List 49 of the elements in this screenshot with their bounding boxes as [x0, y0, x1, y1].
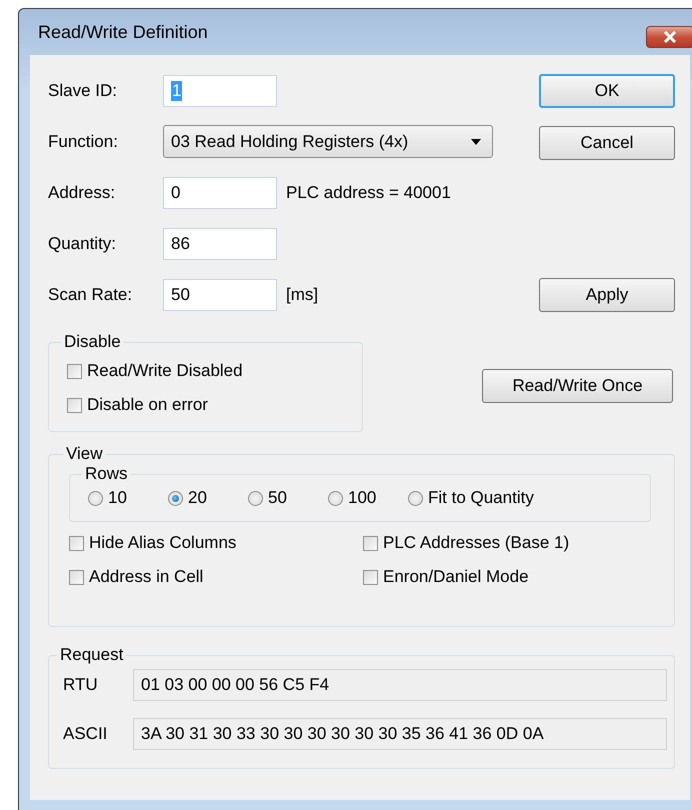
radio-button[interactable] — [408, 490, 423, 506]
checkbox[interactable] — [67, 364, 82, 378]
checkbox[interactable] — [67, 398, 82, 412]
checkbox-label: Address in Cell — [89, 567, 204, 587]
checkbox-label: PLC Addresses (Base 1) — [383, 533, 570, 553]
dropdown-arrow-icon — [471, 138, 481, 144]
field-label: Quantity: — [48, 234, 118, 254]
field-label: Scan Rate: — [48, 284, 134, 304]
readonly-field: 3A 30 31 30 33 30 30 30 30 30 30 35 36 41 36 0D 0A — [133, 718, 667, 750]
radio-button[interactable] — [248, 490, 263, 506]
close-icon — [663, 31, 677, 43]
checkbox-label: Disable on error — [87, 395, 208, 415]
input-field[interactable]: 50 — [163, 278, 277, 310]
checkbox-label: Read/Write Disabled — [87, 361, 243, 381]
dialog-button[interactable]: OK — [539, 74, 675, 108]
group-title: Disable — [63, 332, 122, 352]
radio-label: 20 — [188, 488, 207, 508]
read-write-once-button[interactable]: Read/Write Once — [482, 369, 673, 403]
request-label: ASCII — [63, 724, 108, 744]
checkbox-label: Hide Alias Columns — [89, 533, 236, 553]
field-note: [ms] — [286, 284, 318, 304]
checkbox[interactable] — [69, 536, 84, 550]
dialog-button[interactable]: Cancel — [539, 126, 675, 160]
checkbox[interactable] — [363, 570, 378, 584]
input-field[interactable]: 0 — [163, 176, 277, 208]
field-label: Function: — [48, 132, 119, 152]
field-label: Slave ID: — [48, 80, 118, 100]
input-field[interactable]: 86 — [163, 228, 277, 260]
request-label: RTU — [63, 674, 99, 694]
radio-label: 100 — [348, 488, 376, 508]
readonly-field: 01 03 00 00 00 56 C5 F4 — [133, 668, 667, 700]
radio-button[interactable] — [88, 490, 103, 506]
radio-label: 50 — [268, 488, 287, 508]
function-dropdown[interactable]: 03 Read Holding Registers (4x) — [163, 125, 493, 158]
field-note: PLC address = 40001 — [286, 182, 451, 202]
checkbox-label: Enron/Daniel Mode — [383, 567, 529, 587]
checkbox[interactable] — [69, 570, 84, 584]
group-title: View — [65, 444, 104, 464]
radio-label: 10 — [108, 488, 127, 508]
checkbox[interactable] — [363, 536, 378, 550]
radio-label: Fit to Quantity — [428, 488, 534, 508]
group-title: Rows — [84, 464, 129, 484]
field-label: Address: — [48, 182, 116, 202]
close-button[interactable] — [646, 26, 692, 48]
dialog-button[interactable]: Apply — [539, 278, 675, 312]
radio-button[interactable] — [168, 490, 183, 506]
radio-button[interactable] — [328, 490, 343, 506]
group-title: Request — [59, 645, 124, 665]
window-title: Read/Write Definition — [38, 22, 208, 42]
